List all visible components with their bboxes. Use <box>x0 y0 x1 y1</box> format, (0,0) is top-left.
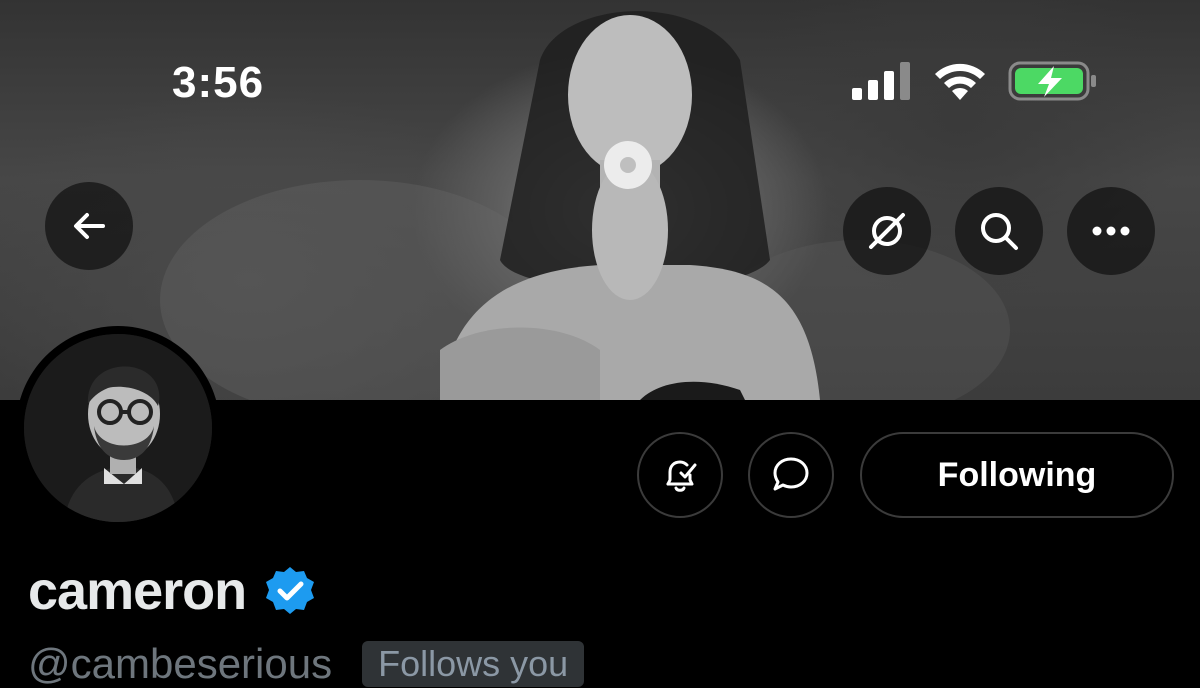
message-button[interactable] <box>748 432 834 518</box>
search-icon <box>981 213 1018 250</box>
back-button[interactable] <box>45 182 133 270</box>
verified-badge-icon[interactable] <box>264 565 316 617</box>
status-time: 3:56 <box>172 58 265 107</box>
avatar-image <box>24 334 212 522</box>
profile-avatar[interactable] <box>16 326 220 530</box>
profile-banner[interactable]: 3:56 <box>0 0 1200 400</box>
wifi-icon <box>935 63 985 100</box>
cellular-signal-icon <box>852 62 910 100</box>
slash-circle-icon <box>869 213 905 249</box>
battery-charging-icon <box>1008 61 1096 101</box>
following-button[interactable]: Following <box>860 432 1174 518</box>
more-options-button[interactable] <box>1067 187 1155 275</box>
bell-check-icon <box>666 460 697 492</box>
arrow-left-icon <box>74 213 105 239</box>
ellipsis-icon <box>1092 226 1130 236</box>
chat-bubble-icon <box>773 457 809 491</box>
profile-name-row: cameron <box>28 560 316 622</box>
grok-button[interactable] <box>843 187 931 275</box>
follows-you-badge: Follows you <box>362 641 585 687</box>
search-button[interactable] <box>955 187 1043 275</box>
display-name: cameron <box>28 561 247 621</box>
notifications-button[interactable] <box>637 432 723 518</box>
